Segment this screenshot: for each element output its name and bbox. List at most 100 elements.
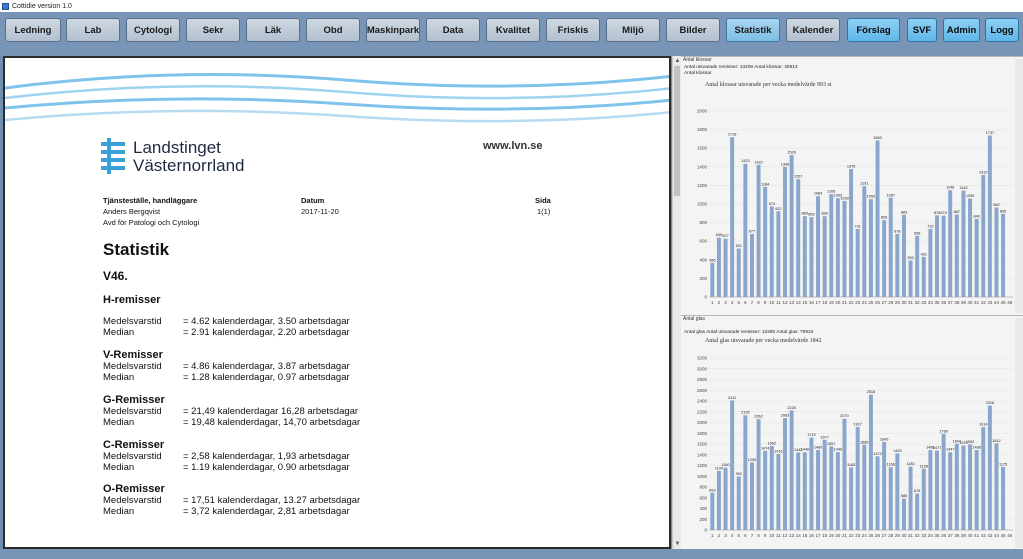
chart-scrollbar[interactable] (1015, 318, 1023, 548)
y-tick-label: 2800 (697, 377, 708, 382)
x-tick-label: 39 (961, 533, 967, 538)
bar (915, 493, 920, 530)
scroll-up-icon[interactable]: ▲ (674, 57, 681, 65)
nav-button-cytologi[interactable]: Cytologi (126, 18, 180, 42)
bar-data-label: 393 (907, 256, 913, 260)
x-tick-label: 17 (816, 300, 822, 305)
bar (802, 216, 807, 297)
bar (862, 186, 867, 297)
bar-data-label: 878 (934, 211, 940, 215)
x-tick-label: 8 (757, 533, 760, 538)
scroll-thumb[interactable] (674, 66, 680, 196)
bar-data-label: 1259 (748, 458, 756, 462)
bar-data-label: 627 (722, 234, 728, 238)
bar (868, 199, 873, 297)
week-label: V46. (103, 269, 128, 283)
stat-label: Median (103, 372, 135, 383)
bar-data-label: 1562 (768, 442, 776, 446)
nav-button-data[interactable]: Data (426, 18, 480, 42)
bar (888, 467, 893, 530)
bar (935, 215, 939, 297)
x-tick-label: 16 (809, 533, 815, 538)
x-tick-label: 29 (895, 300, 901, 305)
bar (809, 437, 814, 530)
bar-data-label: 895 (1000, 209, 1006, 213)
bar-data-label: 658 (914, 231, 920, 235)
x-tick-label: 12 (782, 300, 788, 305)
handler-dept: Avd för Patologi och Cytologi (103, 218, 200, 227)
bar-data-label: 1719 (807, 433, 815, 437)
y-tick-label: 1000 (697, 202, 708, 207)
bar-data-label: 1168 (887, 463, 895, 467)
nav-button-statistik[interactable]: Statistik (726, 18, 780, 42)
stat-label: Median (103, 462, 135, 473)
y-tick-label: 3200 (697, 356, 708, 361)
document-scrollbar[interactable]: ▲ ▼ (672, 56, 681, 549)
bar (716, 237, 721, 297)
stat-value: = 21,49 kalenderdagar 16,28 arbetsdagar (183, 406, 359, 417)
bar-data-label: 1033 (840, 196, 848, 200)
bar (743, 415, 748, 530)
chart-scrollbar[interactable] (1015, 59, 1023, 313)
bar-chart-2: 0200400600800100012001400160018002000220… (697, 356, 1013, 538)
bar (789, 155, 794, 297)
x-tick-label: 30 (901, 533, 907, 538)
bar (769, 446, 774, 530)
nav-button-kalender[interactable]: Kalender (786, 18, 840, 42)
nav-button-lab[interactable]: Lab (66, 18, 120, 42)
x-tick-label: 14 (796, 533, 802, 538)
website-link[interactable]: www.lvn.se (483, 140, 543, 152)
scroll-down-icon[interactable]: ▼ (674, 540, 681, 548)
bar (981, 174, 986, 297)
bar (749, 462, 754, 530)
x-tick-label: 32 (915, 533, 921, 538)
nav-button-admin[interactable]: Admin (943, 18, 980, 42)
nav-button-logg[interactable]: Logg (985, 18, 1019, 42)
bar-data-label: 431 (921, 252, 927, 256)
charts-pane: Antal klossar Antal utsvarade remisser: 1… (681, 56, 1023, 549)
bar-data-label: 992 (736, 472, 742, 476)
bar-data-label: 1052 (867, 195, 875, 199)
bar-data-label: 693 (709, 488, 715, 492)
bar-data-label: 1067 (887, 193, 895, 197)
y-tick-label: 1200 (697, 463, 708, 468)
stat-label: Medelsvarstid (103, 316, 162, 327)
nav-button-svf[interactable]: SVF (907, 18, 937, 42)
x-tick-label: 6 (744, 300, 747, 305)
bar-data-label: 1267 (794, 175, 802, 179)
x-tick-label: 20 (835, 533, 841, 538)
bar (968, 444, 973, 530)
nav-button-friskis[interactable]: Friskis (546, 18, 600, 42)
bar (723, 467, 728, 530)
x-tick-label: 25 (868, 300, 874, 305)
nav-button-obd[interactable]: Obd (306, 18, 360, 42)
x-tick-label: 40 (968, 300, 974, 305)
document-title: Statistik (103, 240, 170, 259)
bar (829, 446, 834, 530)
bar-data-label: 1433 (741, 159, 749, 163)
document-viewer[interactable]: Landstinget Västernorrland www.lvn.se Tj… (3, 56, 671, 549)
x-tick-label: 44 (994, 300, 1000, 305)
nav-button-ledning[interactable]: Ledning (5, 18, 61, 42)
x-tick-label: 33 (921, 533, 927, 538)
bar (928, 228, 933, 297)
nav-button-läk[interactable]: Läk (246, 18, 300, 42)
x-tick-label: 9 (764, 300, 767, 305)
bar-data-label: 1312 (979, 170, 987, 174)
x-tick-label: 18 (822, 300, 828, 305)
bar (783, 418, 787, 530)
nav-button-förslag[interactable]: Förslag (847, 18, 900, 42)
y-tick-label: 1400 (697, 452, 708, 457)
bar (948, 190, 953, 297)
nav-button-kvalitet[interactable]: Kvalitet (486, 18, 540, 42)
nav-button-maskinpark[interactable]: Maskinpark (366, 18, 420, 42)
nav-button-miljö[interactable]: Miljö (606, 18, 660, 42)
lvn-logo-icon (101, 138, 125, 174)
bar-data-label: 366 (709, 258, 715, 262)
window-title: Cottidie version 1.0 (12, 2, 72, 10)
x-tick-label: 5 (737, 300, 740, 305)
nav-button-sekr[interactable]: Sekr (186, 18, 240, 42)
nav-button-bilder[interactable]: Bilder (666, 18, 720, 42)
y-tick-label: 1600 (697, 146, 708, 151)
x-tick-label: 32 (915, 300, 921, 305)
